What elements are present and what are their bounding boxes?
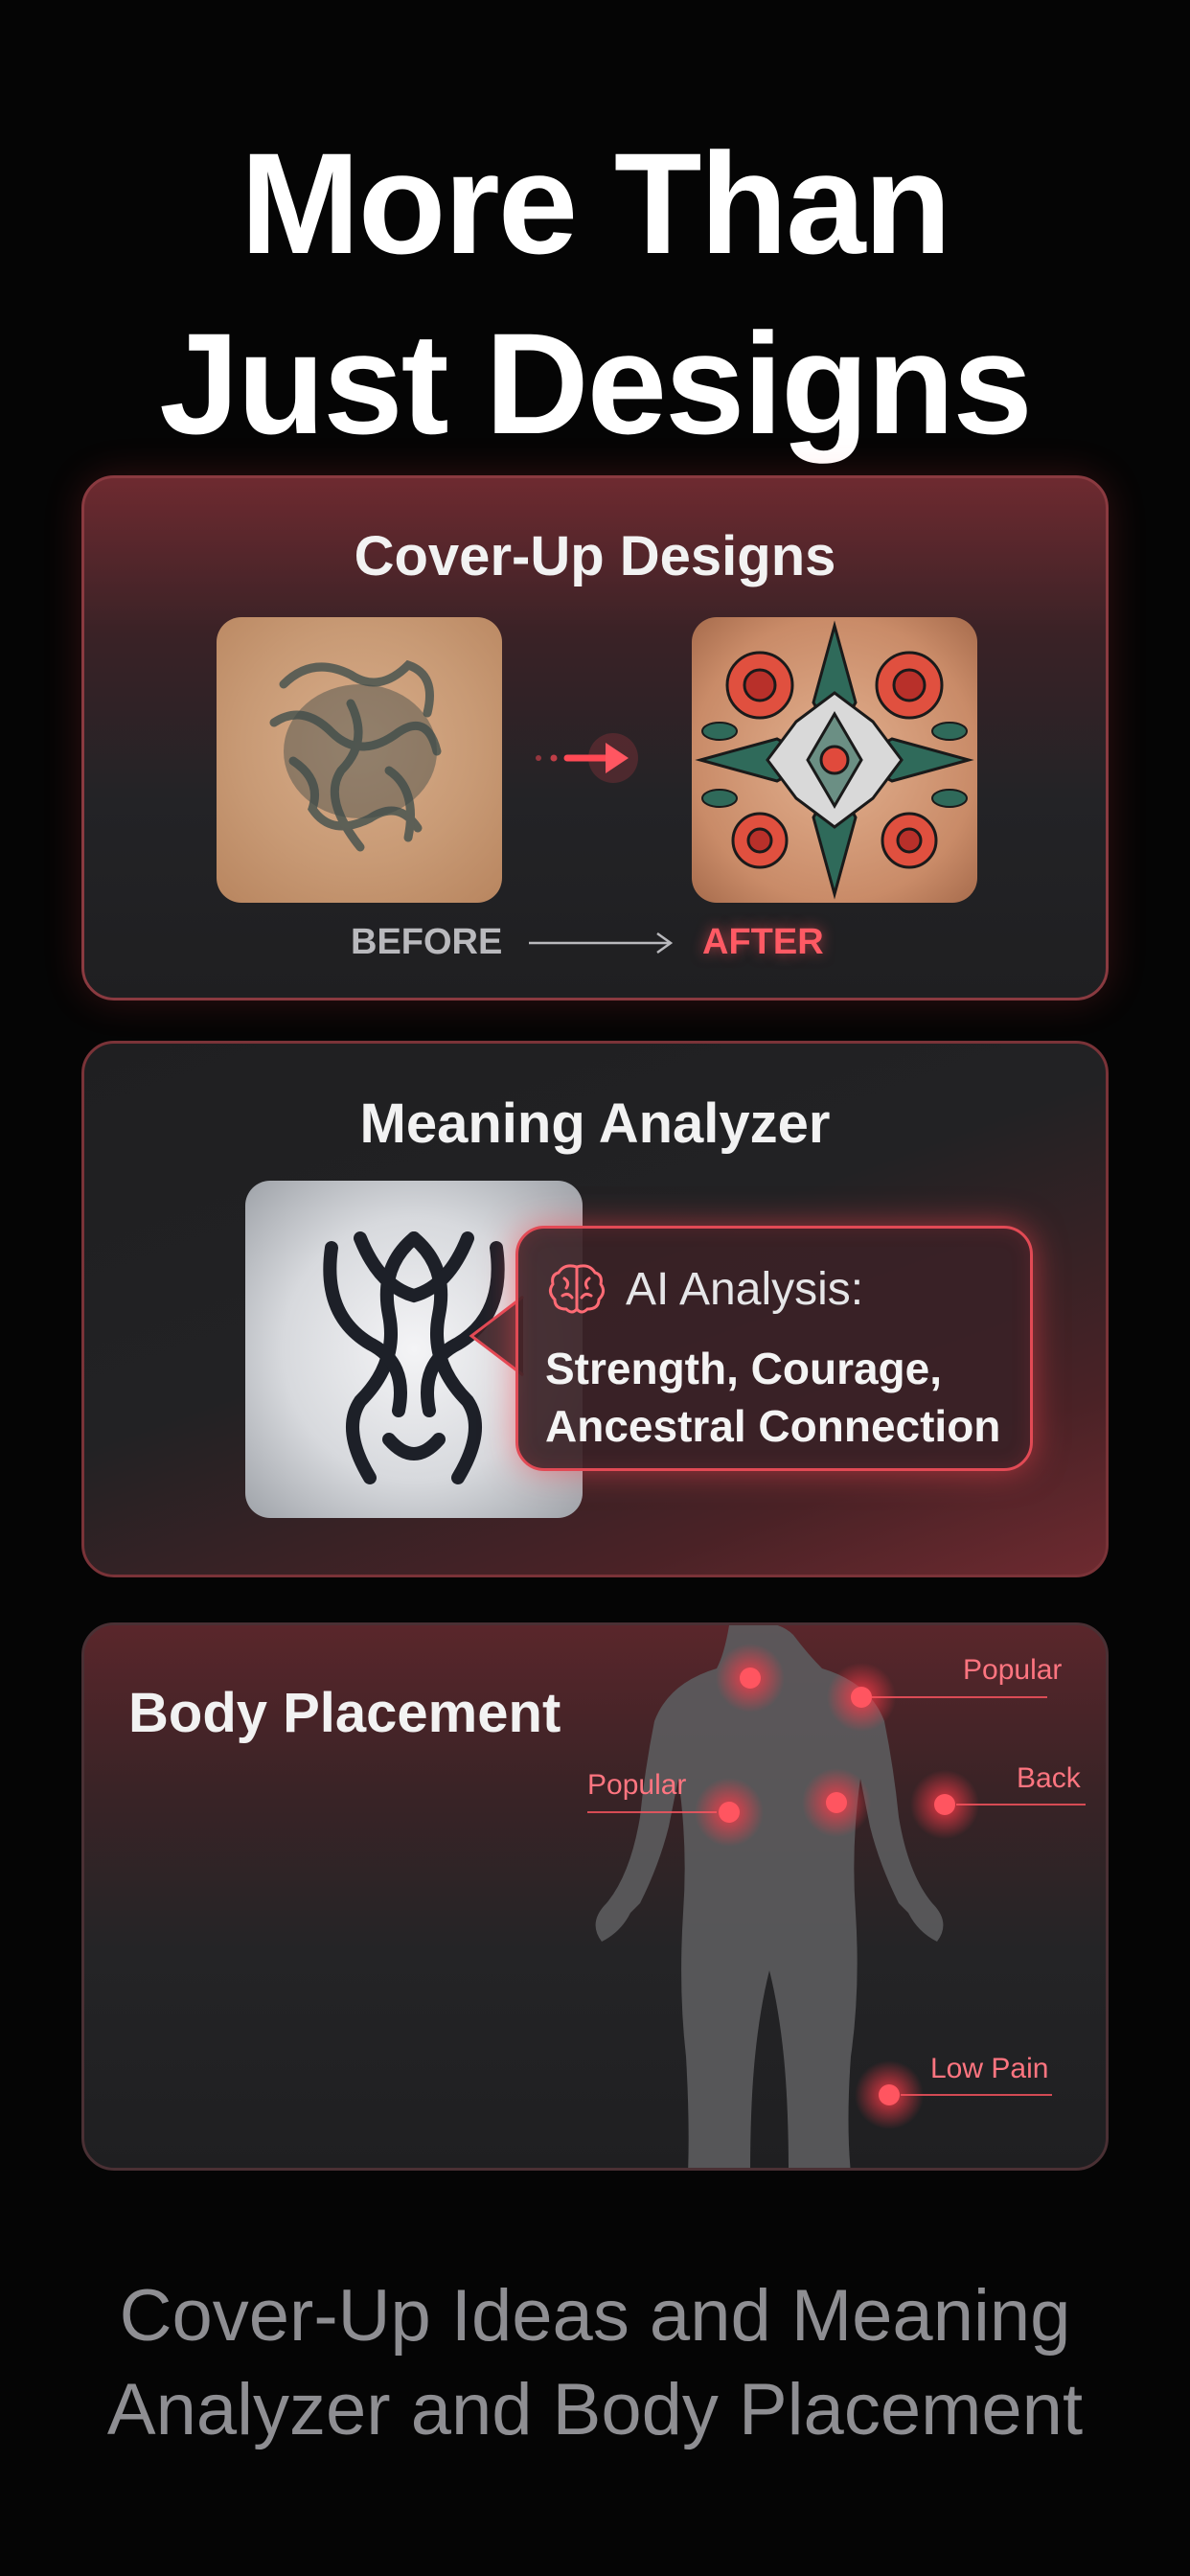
ai-analysis-result: Strength, Courage, Ancestral Connection [545,1340,1000,1455]
before-tattoo-image [217,617,502,903]
footer-line-1: Cover-Up Ideas and Meaning [119,2275,1071,2357]
after-label: AFTER [702,922,824,962]
before-label: BEFORE [351,922,503,962]
body-placement-card[interactable]: Body Placement Popular Popular Back Low … [81,1622,1109,2171]
body-silhouette [587,1625,1086,2168]
cover-up-card[interactable]: Cover-Up Designs BEFORE AFTER [81,475,1109,1000]
ai-analysis-bubble: AI Analysis: Strength, Courage, Ancestra… [515,1226,1033,1471]
glowing-arrow-icon [536,733,638,783]
ai-analysis-heading: AI Analysis: [626,1264,864,1315]
meaning-analyzer-title: Meaning Analyzer [359,1092,831,1155]
tag-back: Back [1017,1762,1081,1794]
tag-low-pain: Low Pain [930,2053,1049,2084]
after-tattoo-image [692,617,977,903]
footer-caption: Cover-Up Ideas and Meaning Analyzer and … [0,2269,1190,2457]
headline: More Than Just Designs [0,113,1190,473]
brain-icon [548,1264,606,1314]
meaning-analyzer-card[interactable]: Meaning Analyzer AI Analysis: Strength, … [81,1041,1109,1577]
cover-up-title: Cover-Up Designs [354,525,836,587]
headline-line-1: More Than [240,123,951,284]
tag-arm-popular: Popular [587,1769,687,1801]
tag-shoulder-popular: Popular [963,1654,1063,1686]
footer-line-2: Analyzer and Body Placement [106,2369,1084,2450]
arrow-right-icon [529,932,674,954]
ai-analysis-line-1: Strength, Courage, [545,1344,943,1393]
headline-line-2: Just Designs [159,303,1033,464]
ai-analysis-line-2: Ancestral Connection [545,1401,1001,1451]
